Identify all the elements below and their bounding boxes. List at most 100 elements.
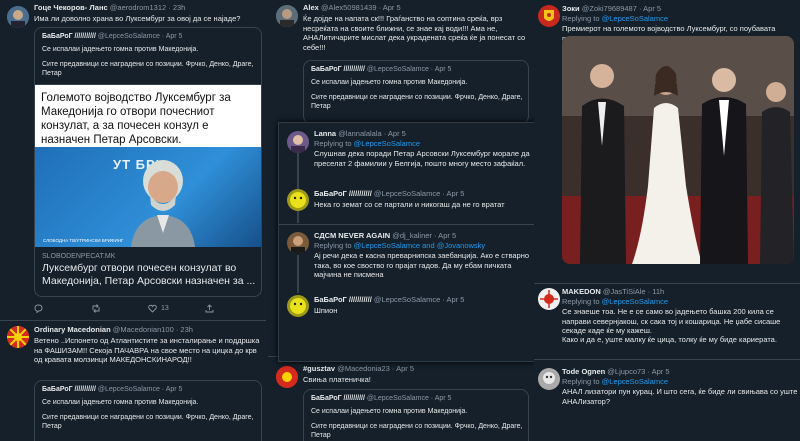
divider: [534, 359, 800, 360]
quoted-tweet[interactable]: БаБаРоГ /////////// @LepceSoSalamce · Ap…: [34, 27, 262, 297]
author-meta[interactable]: @Ljupco73 · Apr 5: [607, 367, 669, 376]
tweet-header: MAKEDON @JasTiSiAle · 11h: [562, 287, 664, 297]
replying-to-handle[interactable]: @LepceSoSalamce: [602, 377, 668, 386]
avatar[interactable]: [7, 326, 29, 348]
tweet-header: БаБаРоГ /////////// @LepceSoSalamce · Ap…: [314, 189, 464, 199]
tweet-header: БаБаРоГ /////////// @LepceSoSalamce · Ap…: [314, 295, 464, 305]
quoted-line3: Петар: [42, 423, 62, 430]
right-column: Зоки @Zoki79689487 · Apr 5 Replying to @…: [534, 0, 800, 441]
author-meta[interactable]: @aerodrom1312 · 23h: [110, 3, 186, 12]
retweet-icon: [92, 304, 100, 313]
quoted-header: БаБаРоГ /////////// @LepceSoSalamce · Ap…: [311, 395, 451, 402]
link-card[interactable]: Големото војводство Луксембург за Македо…: [35, 84, 261, 296]
quoted-tweet[interactable]: БаБаРоГ /////////// @LepceSoSalamce · Ap…: [34, 380, 262, 441]
quoted-author-meta: @LepceSoSalamce · Apr 5: [97, 33, 183, 40]
author-name[interactable]: БаБаРоГ ///////////: [314, 295, 372, 304]
coat-of-arms-icon: [538, 5, 560, 27]
author-name[interactable]: СДСМ NEVER AGAIN: [314, 231, 390, 240]
share-button[interactable]: [205, 304, 214, 313]
replying-to-handle[interactable]: @LepceSoSalamce and @Jovanowsky: [354, 241, 486, 250]
quoted-line1: Се испалаи јадењето гомна против Македон…: [311, 408, 468, 415]
avatar[interactable]: [7, 6, 29, 28]
quoted-line2: Сите предавници се наградени со позиции.…: [311, 94, 523, 101]
avatar[interactable]: [287, 232, 309, 254]
avatar[interactable]: [287, 189, 309, 211]
user-photo-icon: [287, 131, 309, 153]
quoted-author-name: БаБаРоГ ///////////: [42, 386, 96, 393]
tweet-header: СДСМ NEVER AGAIN @dj_kaliner · Apr 5: [314, 231, 456, 241]
author-name[interactable]: Зоки: [562, 4, 580, 13]
tweet-text: Шпион: [314, 306, 338, 315]
quoted-line2: Сите предавници се наградени со позиции.…: [311, 423, 523, 430]
quoted-line1: Се испалаи јадењето гомна против Македон…: [42, 46, 199, 53]
replying-to-handle[interactable]: @LepceSoSalamce: [354, 139, 420, 148]
thread-line: [297, 255, 299, 293]
tweet-text: Слушнав дека поради Петар Арсовски Луксе…: [314, 149, 530, 168]
like-button[interactable]: 13: [148, 304, 205, 313]
quoted-line2: Сите предавници се наградени со позиции.…: [42, 414, 254, 421]
author-meta[interactable]: @Zoki79689487 · Apr 5: [582, 4, 661, 13]
event-photo-icon: [562, 36, 794, 264]
thread-popup: Lanna @lannalalala · Apr 5 Replying to @…: [278, 122, 547, 362]
quoted-tweet[interactable]: БаБаРоГ /////////// @LepceSoSalamce · Ap…: [303, 389, 529, 441]
author-name[interactable]: Ordinary Macedonian: [34, 325, 111, 334]
avatar[interactable]: [538, 5, 560, 27]
quoted-line3: Петар: [42, 70, 62, 77]
avatar[interactable]: [287, 295, 309, 317]
card-caption: СЛОБОДНА ТВ/УТРИНСКИ БРИФИНГ: [43, 238, 124, 243]
reply-icon: [34, 304, 43, 313]
replying-to-handle[interactable]: @LepceSoSalamce: [602, 14, 668, 23]
sun-flag-icon: [538, 288, 560, 310]
quoted-line1: Се испалаи јадењето гомна против Македон…: [311, 79, 468, 86]
tweet-text: Ај речи дека е касна преварнипска заебан…: [314, 251, 530, 279]
tweet-header: Lanna @lannalalala · Apr 5: [314, 129, 406, 139]
author-meta[interactable]: @JasTiSiAle · 11h: [603, 287, 664, 296]
author-name[interactable]: Tode Ognen: [562, 367, 605, 376]
tweet-header: Ordinary Macedonian @Macedonian100 · 23h: [34, 325, 193, 335]
author-name[interactable]: БаБаРоГ ///////////: [314, 189, 372, 198]
quoted-author-meta: @LepceSoSalamce · Apr 5: [366, 66, 452, 73]
author-name[interactable]: Гоце Чекоров- Ланс: [34, 3, 108, 12]
reply-button[interactable]: [34, 304, 91, 313]
tweet-header: Зоки @Zoki79689487 · Apr 5: [562, 4, 661, 14]
author-meta[interactable]: @Alex50981439 · Apr 5: [321, 3, 401, 12]
person-photo-icon: [131, 160, 195, 247]
author-meta[interactable]: @LepceSoSalamce · Apr 5: [374, 189, 465, 198]
avatar[interactable]: [287, 131, 309, 153]
avatar[interactable]: [538, 288, 560, 310]
author-name[interactable]: Lanna: [314, 129, 336, 138]
flag-avatar-icon: [276, 366, 298, 388]
tweet-text: Свињa платеничка!: [303, 375, 371, 384]
avatar[interactable]: [538, 368, 560, 390]
card-photo: УТ БРИ СЛОБОДНА ТВ/УТРИНСКИ БРИФИНГ: [35, 147, 261, 247]
retweet-button[interactable]: [91, 304, 148, 313]
quoted-author-name: БаБаРоГ ///////////: [311, 395, 365, 402]
quoted-line3: Петар: [311, 103, 331, 110]
tweet-header: #gusztav @Macedonia23 · Apr 5: [303, 364, 414, 374]
user-photo-icon: [287, 232, 309, 254]
card-title: Луксембург отвори почесен конзулат во Ма…: [42, 262, 256, 287]
author-meta[interactable]: @LepceSoSalamce · Apr 5: [374, 295, 465, 304]
replying-to-label: Replying to: [562, 377, 600, 386]
author-meta[interactable]: @dj_kaliner · Apr 5: [392, 231, 456, 240]
quoted-tweet[interactable]: БаБаРоГ /////////// @LepceSoSalamce · Ap…: [303, 60, 529, 124]
author-name[interactable]: MAKEDON: [562, 287, 601, 296]
author-name[interactable]: Alex: [303, 3, 319, 12]
quoted-header: БаБаРоГ /////////// @LepceSoSalamce · Ap…: [311, 66, 451, 73]
thread-line: [297, 211, 299, 223]
author-meta[interactable]: @lannalalala · Apr 5: [338, 129, 406, 138]
author-name[interactable]: #gusztav: [303, 364, 335, 373]
quoted-line3: Петар: [311, 432, 331, 439]
replying-to: Replying to @LepceSoSalamce and @Jovanow…: [314, 241, 485, 250]
avatar[interactable]: [276, 366, 298, 388]
tweet-text: АНАЛ лизатори пун курац. И што сега, ќе …: [562, 387, 798, 406]
quoted-line2: Сите предавници се наградени со позиции.…: [42, 61, 254, 68]
card-image: Големото војводство Луксембург за Македо…: [35, 85, 261, 247]
tweet-photo[interactable]: [562, 36, 794, 264]
yellow-smiley-icon: [287, 189, 309, 211]
author-meta[interactable]: @Macedonian100 · 23h: [113, 325, 193, 334]
replying-to: Replying to @LepceSoSalamce: [562, 297, 668, 306]
replying-to-handle[interactable]: @LepceSoSalamce: [602, 297, 668, 306]
avatar[interactable]: [276, 5, 298, 27]
author-meta[interactable]: @Macedonia23 · Apr 5: [337, 364, 414, 373]
